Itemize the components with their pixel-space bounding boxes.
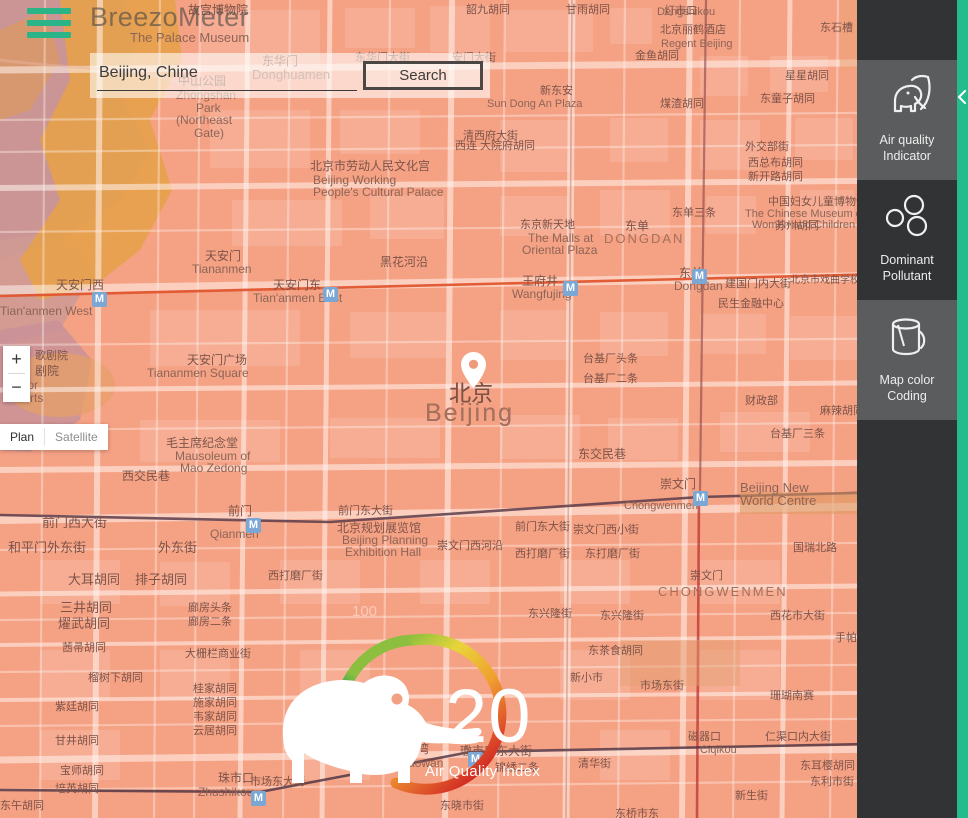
right-sidebar: Air quality Indicator Dominant Pollutant [857, 0, 957, 818]
map-type-switcher[interactable]: Plan Satellite [0, 424, 108, 450]
map-type-plan[interactable]: Plan [0, 424, 44, 450]
app-brand-title: BreezoMeter [90, 2, 249, 32]
zoom-out-button[interactable]: − [3, 374, 30, 401]
map-viewport[interactable]: 故宫博物院 The Palace Museum 韶九胡同 甘雨胡同 Dengshikou… [0, 0, 968, 818]
map-tiles [0, 0, 968, 818]
paint-bucket-icon [857, 300, 957, 372]
sidebar-collapse-strip[interactable] [957, 0, 968, 818]
hamburger-icon[interactable] [27, 8, 71, 38]
search-panel: Search [90, 53, 490, 98]
pin-icon [461, 352, 486, 388]
sidebar-card-label: Map color Coding [879, 373, 935, 403]
map-type-satellite[interactable]: Satellite [45, 424, 108, 450]
top-bar: BreezoMeter [0, 0, 968, 48]
chevron-left-icon[interactable] [958, 90, 966, 109]
molecule-icon [857, 180, 957, 252]
hamburger-bar-1 [27, 8, 71, 14]
sidebar-card-dominant-pollutant[interactable]: Dominant Pollutant [857, 180, 957, 300]
sidebar-card-label: Dominant Pollutant [880, 253, 934, 283]
hamburger-bar-2 [27, 20, 71, 26]
sidebar-card-air-quality-indicator[interactable]: Air quality Indicator [857, 60, 957, 180]
elephant-icon [857, 60, 957, 132]
location-search-input[interactable] [97, 60, 357, 91]
location-pin-marker[interactable] [461, 352, 486, 388]
sidebar-card-map-color-coding[interactable]: Map color Coding [857, 300, 957, 420]
breezometer-app: 故宫博物院 The Palace Museum 韶九胡同 甘雨胡同 Dengshikou… [0, 0, 968, 818]
sidebar-header-spacer [857, 0, 957, 60]
sidebar-card-label: Air quality Indicator [879, 133, 935, 163]
map-zoom-controls[interactable]: + − [3, 346, 30, 402]
hamburger-bar-3 [27, 32, 71, 38]
zoom-in-button[interactable]: + [3, 346, 30, 373]
search-button[interactable]: Search [363, 61, 483, 90]
